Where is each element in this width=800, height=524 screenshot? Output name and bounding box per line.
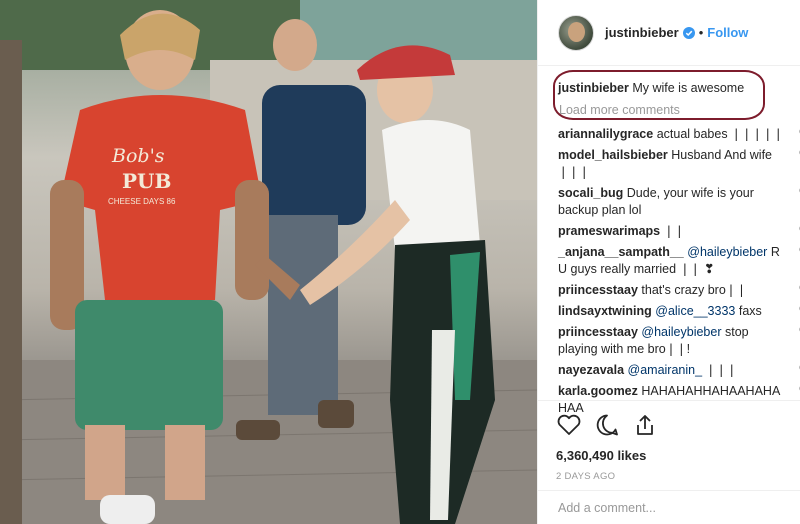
comment-text: HAHAHAHHAHAAHAHA: [641, 384, 781, 398]
load-more-comments[interactable]: Load more comments: [559, 103, 680, 117]
comment-mention[interactable]: @alice__3333: [655, 304, 735, 318]
comments-list: ariannalilygrace actual babes ❘❘❘❘❘ mode…: [558, 126, 800, 421]
post-caption: justinbieber My wife is awesome: [558, 81, 744, 95]
comment-text: that's crazy bro❘❘: [641, 283, 747, 297]
comment: lindsayxtwining @alice__3333 faxs: [558, 303, 800, 320]
comment-text: ❘❘❘: [705, 363, 737, 377]
comment-text: Husband And wife: [671, 148, 773, 162]
comment-text: faxs: [738, 304, 762, 318]
likes-count[interactable]: 6,360,490 likes: [556, 448, 783, 463]
shirt-text-line3: CHEESE DAYS 86: [108, 197, 176, 206]
add-comment-bar: [538, 490, 800, 524]
comment-username[interactable]: priincesstaay: [558, 325, 638, 339]
shirt-text-line2: PUB: [122, 169, 171, 193]
comment-username[interactable]: _anjana__sampath__: [558, 245, 684, 259]
comment-text: R: [770, 245, 780, 259]
comment-text-cont: backup plan lol: [558, 203, 642, 217]
comment-text-cont: U guys really married ❘❘ ❣: [558, 262, 715, 276]
comment-username[interactable]: model_hailsbieber: [558, 148, 668, 162]
action-icons: [556, 412, 783, 440]
follow-button[interactable]: Follow: [707, 25, 748, 40]
comment-username[interactable]: nayezavala: [558, 363, 624, 377]
comment-text-cont: playing with me bro❘❘!: [558, 342, 691, 356]
comment-username[interactable]: lindsayxtwining: [558, 304, 652, 318]
photo-illustration: Bob's PUB CHEESE DAYS 86: [0, 0, 537, 524]
comment-mention[interactable]: @haileybieber: [641, 325, 721, 339]
comment-mention[interactable]: @haileybieber: [687, 245, 767, 259]
comment-text: Dude, your wife is your: [626, 186, 754, 200]
comment: _anjana__sampath__ @haileybieber R U guy…: [558, 244, 800, 278]
share-icon[interactable]: [632, 412, 658, 438]
avatar[interactable]: [558, 14, 594, 51]
caption-text: My wife is awesome: [632, 81, 745, 95]
post-photo[interactable]: Bob's PUB CHEESE DAYS 86: [0, 0, 537, 524]
comment-username[interactable]: prameswarimaps: [558, 224, 660, 238]
comment: nayezavala @amairanin_ ❘❘❘: [558, 362, 800, 379]
heart-icon[interactable]: [556, 412, 582, 438]
comment-username[interactable]: ariannalilygrace: [558, 127, 653, 141]
comment-mention[interactable]: @amairanin_: [628, 363, 703, 377]
comment: priincesstaay that's crazy bro❘❘: [558, 282, 800, 299]
comment-username[interactable]: priincesstaay: [558, 283, 638, 297]
post-header: justinbieber • Follow: [538, 0, 800, 66]
comment-username[interactable]: socali_bug: [558, 186, 623, 200]
comment-text: actual babes ❘❘❘❘❘: [656, 127, 784, 141]
comment-input[interactable]: [558, 501, 758, 515]
header-separator: •: [698, 25, 704, 40]
header-username[interactable]: justinbieber: [605, 25, 679, 40]
verified-icon: [682, 26, 695, 39]
post-side-panel: justinbieber • Follow justinbieber My wi…: [537, 0, 800, 524]
comment: prameswarimaps ❘❘: [558, 223, 800, 240]
comment-text: stop: [725, 325, 749, 339]
comment: model_hailsbieber Husband And wife ❘❘❘: [558, 147, 800, 181]
comment-username[interactable]: karla.goomez: [558, 384, 638, 398]
caption-username[interactable]: justinbieber: [558, 81, 629, 95]
comment-text: ❘❘: [663, 224, 685, 238]
post-actions: 6,360,490 likes 2 DAYS AGO: [538, 400, 800, 482]
comment-icon[interactable]: [594, 412, 620, 438]
comment: ariannalilygrace actual babes ❘❘❘❘❘: [558, 126, 800, 143]
comment: socali_bug Dude, your wife is your backu…: [558, 185, 800, 219]
comment-text-cont: ❘❘❘: [558, 165, 590, 179]
post-timestamp: 2 DAYS AGO: [556, 471, 616, 482]
shirt-text-line1: Bob's: [111, 145, 165, 167]
comment: priincesstaay @haileybieber stop playing…: [558, 324, 800, 358]
